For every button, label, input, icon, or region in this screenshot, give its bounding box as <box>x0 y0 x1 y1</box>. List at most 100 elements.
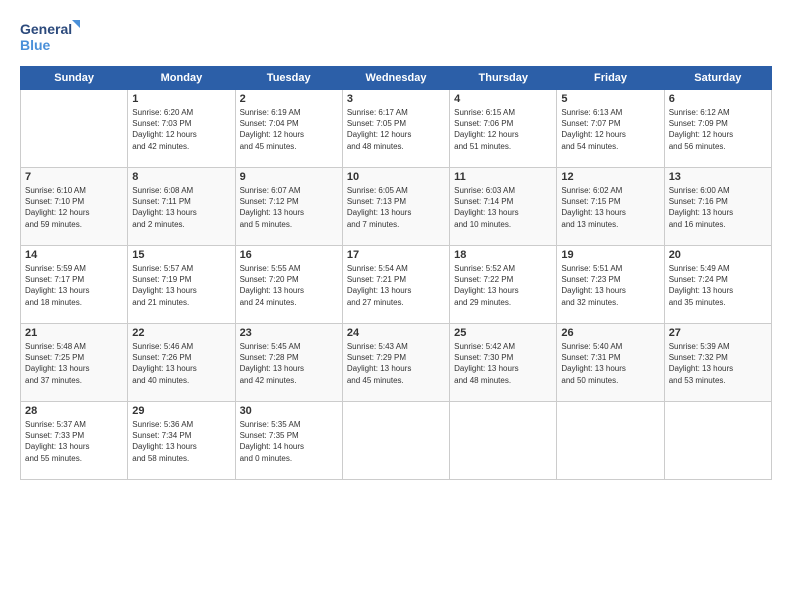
day-number: 8 <box>132 171 230 183</box>
day-number: 6 <box>669 93 767 105</box>
weekday-header-friday: Friday <box>557 67 664 90</box>
day-number: 16 <box>240 249 338 261</box>
weekday-header-sunday: Sunday <box>21 67 128 90</box>
day-number: 11 <box>454 171 552 183</box>
calendar-cell: 6 Sunrise: 6:12 AM Sunset: 7:09 PM Daylig… <box>664 90 771 168</box>
cell-info: Sunrise: 6:07 AM Sunset: 7:12 PM Dayligh… <box>240 185 338 230</box>
day-number: 29 <box>132 405 230 417</box>
calendar-cell: 9 Sunrise: 6:07 AM Sunset: 7:12 PM Daylig… <box>235 168 342 246</box>
calendar-cell: 10Sunrise: 6:05 AM Sunset: 7:13 PM Dayli… <box>342 168 449 246</box>
logo-svg: General Blue <box>20 18 80 56</box>
calendar-cell: 8Sunrise: 6:08 AM Sunset: 7:11 PM Daylig… <box>128 168 235 246</box>
cell-info: Sunrise: 5:39 AM Sunset: 7:32 PM Dayligh… <box>669 341 767 386</box>
cell-info: Sunrise: 5:51 AM Sunset: 7:23 PM Dayligh… <box>561 263 659 308</box>
cell-info: Sunrise: 5:59 AM Sunset: 7:17 PM Dayligh… <box>25 263 123 308</box>
svg-text:General: General <box>20 21 72 37</box>
calendar-cell: 2Sunrise: 6:19 AM Sunset: 7:04 PM Daylig… <box>235 90 342 168</box>
calendar-cell: 15 Sunrise: 5:57 AM Sunset: 7:19 PM Dayli… <box>128 246 235 324</box>
calendar-cell: 24 Sunrise: 5:43 AM Sunset: 7:29 PM Dayli… <box>342 324 449 402</box>
day-number: 23 <box>240 327 338 339</box>
day-number: 19 <box>561 249 659 261</box>
cell-info: Sunrise: 5:52 AM Sunset: 7:22 PM Dayligh… <box>454 263 552 308</box>
calendar-cell: 20 Sunrise: 5:49 AM Sunset: 7:24 PM Dayli… <box>664 246 771 324</box>
calendar-cell: 29 Sunrise: 5:36 AM Sunset: 7:34 PM Dayli… <box>128 402 235 480</box>
calendar-cell: 28Sunrise: 5:37 AM Sunset: 7:33 PM Dayli… <box>21 402 128 480</box>
day-number: 30 <box>240 405 338 417</box>
header: General Blue <box>20 18 772 56</box>
page: General Blue SundayMondayTuesdayWednesda… <box>0 0 792 612</box>
weekday-header-thursday: Thursday <box>450 67 557 90</box>
calendar-cell <box>450 402 557 480</box>
week-row-5: 28Sunrise: 5:37 AM Sunset: 7:33 PM Dayli… <box>21 402 772 480</box>
day-number: 7 <box>25 171 123 183</box>
cell-info: Sunrise: 5:57 AM Sunset: 7:19 PM Dayligh… <box>132 263 230 308</box>
week-row-1: 1Sunrise: 6:20 AM Sunset: 7:03 PM Daylig… <box>21 90 772 168</box>
calendar-cell: 25 Sunrise: 5:42 AM Sunset: 7:30 PM Dayli… <box>450 324 557 402</box>
cell-info: Sunrise: 5:37 AM Sunset: 7:33 PM Dayligh… <box>25 419 123 464</box>
calendar-cell: 19 Sunrise: 5:51 AM Sunset: 7:23 PM Dayli… <box>557 246 664 324</box>
day-number: 15 <box>132 249 230 261</box>
day-number: 14 <box>25 249 123 261</box>
day-number: 27 <box>669 327 767 339</box>
calendar-cell: 13 Sunrise: 6:00 AM Sunset: 7:16 PM Dayli… <box>664 168 771 246</box>
week-row-2: 7 Sunrise: 6:10 AM Sunset: 7:10 PM Daylig… <box>21 168 772 246</box>
cell-info: Sunrise: 6:19 AM Sunset: 7:04 PM Dayligh… <box>240 107 338 152</box>
calendar-cell: 21 Sunrise: 5:48 AM Sunset: 7:25 PM Dayli… <box>21 324 128 402</box>
calendar-cell: 7 Sunrise: 6:10 AM Sunset: 7:10 PM Daylig… <box>21 168 128 246</box>
calendar-cell: 14 Sunrise: 5:59 AM Sunset: 7:17 PM Dayli… <box>21 246 128 324</box>
calendar-table: SundayMondayTuesdayWednesdayThursdayFrid… <box>20 66 772 480</box>
calendar-cell: 30Sunrise: 5:35 AM Sunset: 7:35 PM Dayli… <box>235 402 342 480</box>
cell-info: Sunrise: 6:00 AM Sunset: 7:16 PM Dayligh… <box>669 185 767 230</box>
cell-info: Sunrise: 6:10 AM Sunset: 7:10 PM Dayligh… <box>25 185 123 230</box>
calendar-cell: 3 Sunrise: 6:17 AM Sunset: 7:05 PM Daylig… <box>342 90 449 168</box>
calendar-cell <box>664 402 771 480</box>
calendar-cell: 26 Sunrise: 5:40 AM Sunset: 7:31 PM Dayli… <box>557 324 664 402</box>
cell-info: Sunrise: 5:36 AM Sunset: 7:34 PM Dayligh… <box>132 419 230 464</box>
cell-info: Sunrise: 6:05 AM Sunset: 7:13 PM Dayligh… <box>347 185 445 230</box>
calendar-cell: 1Sunrise: 6:20 AM Sunset: 7:03 PM Daylig… <box>128 90 235 168</box>
day-number: 26 <box>561 327 659 339</box>
week-row-4: 21 Sunrise: 5:48 AM Sunset: 7:25 PM Dayli… <box>21 324 772 402</box>
weekday-header-wednesday: Wednesday <box>342 67 449 90</box>
calendar-cell: 11 Sunrise: 6:03 AM Sunset: 7:14 PM Dayli… <box>450 168 557 246</box>
day-number: 3 <box>347 93 445 105</box>
cell-info: Sunrise: 5:48 AM Sunset: 7:25 PM Dayligh… <box>25 341 123 386</box>
day-number: 24 <box>347 327 445 339</box>
day-number: 13 <box>669 171 767 183</box>
cell-info: Sunrise: 6:20 AM Sunset: 7:03 PM Dayligh… <box>132 107 230 152</box>
calendar-cell <box>557 402 664 480</box>
calendar-cell: 22 Sunrise: 5:46 AM Sunset: 7:26 PM Dayli… <box>128 324 235 402</box>
day-number: 25 <box>454 327 552 339</box>
day-number: 20 <box>669 249 767 261</box>
day-number: 4 <box>454 93 552 105</box>
cell-info: Sunrise: 6:17 AM Sunset: 7:05 PM Dayligh… <box>347 107 445 152</box>
day-number: 17 <box>347 249 445 261</box>
calendar-cell: 27 Sunrise: 5:39 AM Sunset: 7:32 PM Dayli… <box>664 324 771 402</box>
calendar-cell: 18 Sunrise: 5:52 AM Sunset: 7:22 PM Dayli… <box>450 246 557 324</box>
calendar-cell <box>21 90 128 168</box>
weekday-header-row: SundayMondayTuesdayWednesdayThursdayFrid… <box>21 67 772 90</box>
day-number: 22 <box>132 327 230 339</box>
day-number: 12 <box>561 171 659 183</box>
calendar-cell: 16 Sunrise: 5:55 AM Sunset: 7:20 PM Dayli… <box>235 246 342 324</box>
cell-info: Sunrise: 5:40 AM Sunset: 7:31 PM Dayligh… <box>561 341 659 386</box>
weekday-header-tuesday: Tuesday <box>235 67 342 90</box>
day-number: 21 <box>25 327 123 339</box>
cell-info: Sunrise: 5:46 AM Sunset: 7:26 PM Dayligh… <box>132 341 230 386</box>
cell-info: Sunrise: 5:54 AM Sunset: 7:21 PM Dayligh… <box>347 263 445 308</box>
weekday-header-saturday: Saturday <box>664 67 771 90</box>
cell-info: Sunrise: 5:49 AM Sunset: 7:24 PM Dayligh… <box>669 263 767 308</box>
cell-info: Sunrise: 5:43 AM Sunset: 7:29 PM Dayligh… <box>347 341 445 386</box>
day-number: 9 <box>240 171 338 183</box>
calendar-cell: 4 Sunrise: 6:15 AM Sunset: 7:06 PM Daylig… <box>450 90 557 168</box>
cell-info: Sunrise: 6:03 AM Sunset: 7:14 PM Dayligh… <box>454 185 552 230</box>
cell-info: Sunrise: 6:12 AM Sunset: 7:09 PM Dayligh… <box>669 107 767 152</box>
calendar-cell: 17 Sunrise: 5:54 AM Sunset: 7:21 PM Dayli… <box>342 246 449 324</box>
week-row-3: 14 Sunrise: 5:59 AM Sunset: 7:17 PM Dayli… <box>21 246 772 324</box>
cell-info: Sunrise: 5:55 AM Sunset: 7:20 PM Dayligh… <box>240 263 338 308</box>
cell-info: Sunrise: 5:42 AM Sunset: 7:30 PM Dayligh… <box>454 341 552 386</box>
cell-info: Sunrise: 5:45 AM Sunset: 7:28 PM Dayligh… <box>240 341 338 386</box>
cell-info: Sunrise: 6:02 AM Sunset: 7:15 PM Dayligh… <box>561 185 659 230</box>
cell-info: Sunrise: 6:15 AM Sunset: 7:06 PM Dayligh… <box>454 107 552 152</box>
day-number: 18 <box>454 249 552 261</box>
